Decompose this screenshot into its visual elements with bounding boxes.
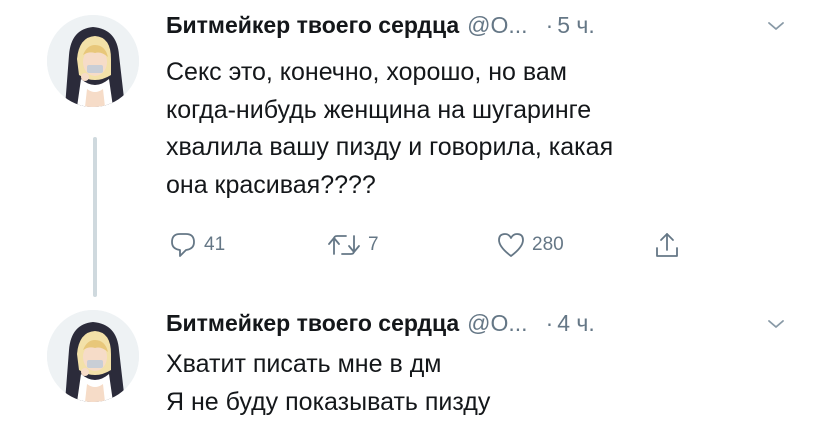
user-handle[interactable]: @О... <box>467 12 527 38</box>
avatar[interactable] <box>47 15 139 107</box>
retweet-icon <box>328 235 360 255</box>
share-icon <box>656 233 678 257</box>
tweet-text: Хватит писать мне в дм Я не буду показыв… <box>166 346 786 421</box>
tweet[interactable]: Битмейкер твоего сердца @О... · 4 ч. Хватит… <box>0 300 828 424</box>
tweet-text-line: она красивая???? <box>166 170 376 199</box>
tweet-text-line: Я не буду показывать пизду <box>166 387 491 416</box>
tweet-text: Секс это, конечно, хорошо, но вам когда-… <box>166 54 786 204</box>
like-count: 280 <box>532 234 564 255</box>
tweet-header: Битмейкер твоего сердца @О... · 5 ч. <box>166 8 788 42</box>
reply-icon <box>171 233 195 257</box>
tweet-text-line: Хватит писать мне в дм <box>166 350 442 378</box>
user-handle[interactable]: @О... <box>467 310 527 336</box>
tweet-text-line: Секс это, конечно, хорошо, но вам <box>166 58 567 86</box>
tweet[interactable]: Битмейкер твоего сердца @О... · 5 ч. Секс э… <box>0 0 828 300</box>
separator-dot: · <box>545 310 554 336</box>
display-name[interactable]: Битмейкер твоего сердца <box>166 310 459 336</box>
retweet-button[interactable]: 7 <box>326 228 379 262</box>
chevron-down-icon[interactable] <box>764 14 788 38</box>
tweet-header: Битмейкер твоего сердца @О... · 4 ч. <box>166 306 788 340</box>
reply-count: 41 <box>204 234 226 255</box>
avatar[interactable] <box>47 310 139 402</box>
like-button[interactable]: 280 <box>496 228 564 262</box>
tweet-text-line: когда-нибудь женщина на шугаринге <box>166 95 592 124</box>
tweet-text-line: хвалила вашу пизду и говорила, какая <box>166 133 614 161</box>
reply-button[interactable]: 41 <box>168 228 225 262</box>
tweet-actions: 41 7 280 <box>168 228 708 262</box>
display-name[interactable]: Битмейкер твоего сердца <box>166 12 459 38</box>
timestamp[interactable]: 5 ч. <box>557 12 595 38</box>
timestamp[interactable]: 4 ч. <box>557 310 595 336</box>
retweet-count: 7 <box>368 234 379 255</box>
heart-icon <box>498 233 524 257</box>
chevron-down-icon[interactable] <box>764 312 788 336</box>
share-button[interactable] <box>652 228 682 262</box>
separator-dot: · <box>545 12 554 38</box>
